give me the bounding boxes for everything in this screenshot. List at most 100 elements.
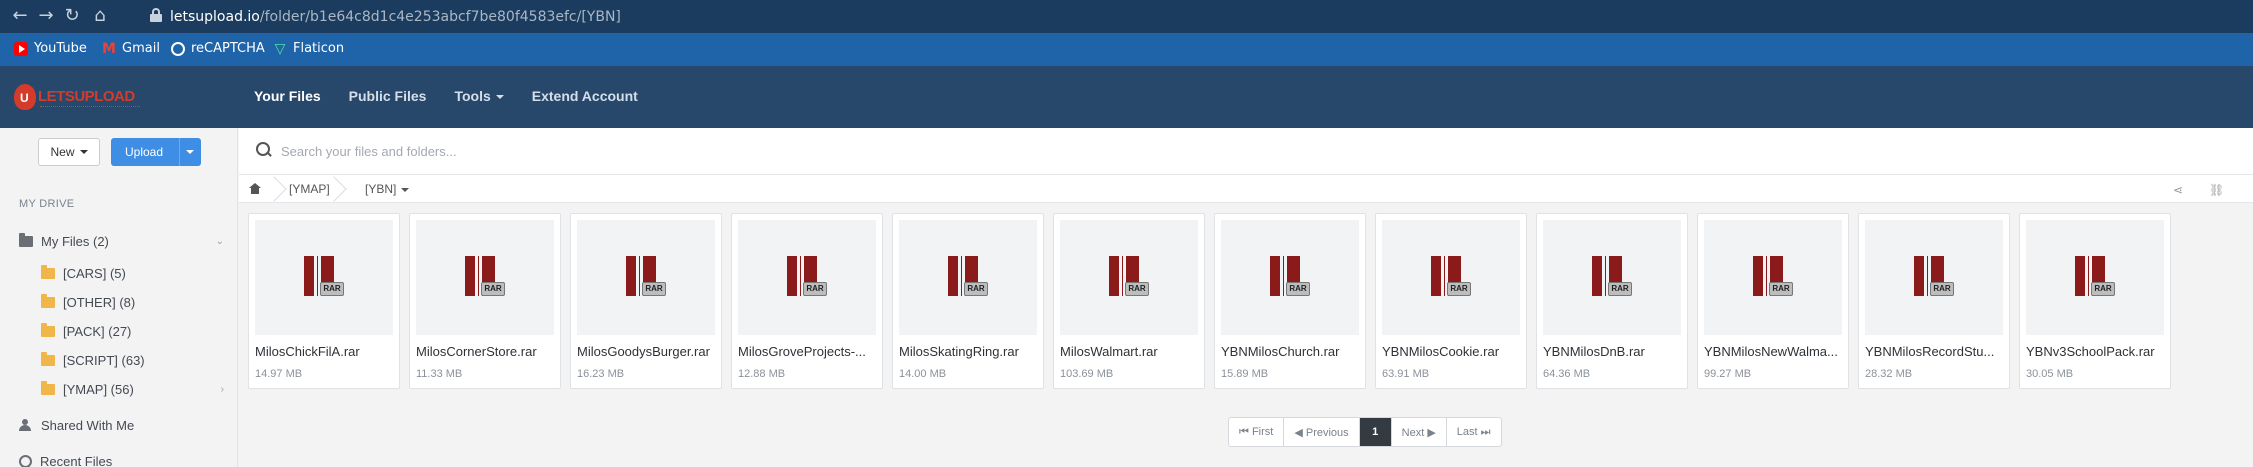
sidebar-item-label: [OTHER] (8) <box>63 294 136 310</box>
file-card[interactable]: RAR MilosChickFilA.rar 14.97 MB <box>248 213 400 389</box>
file-thumbnail[interactable]: RAR <box>738 220 876 335</box>
file-card[interactable]: RAR MilosCornerStore.rar 11.33 MB <box>409 213 561 389</box>
nav-public-files[interactable]: Public Files <box>349 88 427 104</box>
rar-archive-icon: RAR <box>948 256 988 300</box>
last-page-button[interactable]: Last ⏭ <box>1447 418 1501 446</box>
arrow-left-icon[interactable]: ← <box>10 6 30 26</box>
file-name[interactable]: MilosCornerStore.rar <box>416 344 556 359</box>
sidebar-folder-script[interactable]: [SCRIPT] (63) <box>0 349 238 371</box>
sidebar-item-shared[interactable]: Shared With Me <box>0 414 238 436</box>
file-thumbnail[interactable]: RAR <box>416 220 554 335</box>
upload-dropdown-icon[interactable] <box>186 150 194 154</box>
file-card[interactable]: RAR MilosSkatingRing.rar 14.00 MB <box>892 213 1044 389</box>
file-name[interactable]: MilosGroveProjects-... <box>738 344 878 359</box>
recaptcha-icon <box>171 41 185 56</box>
nav-extend-account[interactable]: Extend Account <box>532 88 638 104</box>
rar-archive-icon: RAR <box>1270 256 1310 300</box>
sidebar-item-label: Shared With Me <box>41 417 135 433</box>
file-card[interactable]: RAR MilosWalmart.rar 103.69 MB <box>1053 213 1205 389</box>
file-thumbnail[interactable]: RAR <box>2026 220 2164 335</box>
bookmark-youtube[interactable]: YouTube <box>14 41 87 56</box>
sidebar-item-label: [SCRIPT] (63) <box>63 352 145 368</box>
arrow-right-icon[interactable]: → <box>36 6 56 26</box>
first-page-button[interactable]: ⏮ First <box>1229 418 1285 446</box>
file-card[interactable]: RAR YBNMilosNewWalma... 99.27 MB <box>1697 213 1849 389</box>
file-size: 64.36 MB <box>1543 368 1591 380</box>
link-icon[interactable]: ⛓ <box>2209 183 2224 197</box>
home-icon[interactable] <box>249 183 261 194</box>
folder-icon <box>41 351 55 366</box>
reload-icon[interactable]: ↻ <box>62 6 82 26</box>
sidebar-item-my-files[interactable]: My Files (2) ⌄ <box>0 230 238 252</box>
nav-tools[interactable]: Tools <box>454 88 504 104</box>
breadcrumb-item-ybn[interactable]: [YBN] <box>365 182 410 196</box>
file-card[interactable]: RAR MilosGroveProjects-... 12.88 MB <box>731 213 883 389</box>
flame-icon <box>14 84 36 110</box>
sidebar-folder-ymap[interactable]: [YMAP] (56) › <box>0 378 238 400</box>
file-name[interactable]: YBNv3SchoolPack.rar <box>2026 344 2166 359</box>
file-card[interactable]: RAR MilosGoodysBurger.rar 16.23 MB <box>570 213 722 389</box>
previous-page-button[interactable]: ◀ Previous <box>1284 418 1360 446</box>
file-size: 103.69 MB <box>1060 368 1114 380</box>
file-thumbnail[interactable]: RAR <box>899 220 1037 335</box>
gmail-icon: M <box>102 40 116 57</box>
current-page[interactable]: 1 <box>1359 418 1392 446</box>
home-icon[interactable]: ⌂ <box>90 6 110 26</box>
sidebar-folder-other[interactable]: [OTHER] (8) <box>0 291 238 313</box>
url-path: /folder/b1e64c8d1c4e253abcf7be80f4583efc… <box>259 9 621 25</box>
file-name[interactable]: YBNMilosDnB.rar <box>1543 344 1683 359</box>
flaticon-icon: ▽ <box>274 40 286 57</box>
file-thumbnail[interactable]: RAR <box>1221 220 1359 335</box>
file-thumbnail[interactable]: RAR <box>1704 220 1842 335</box>
bookmark-label: reCAPTCHA <box>191 41 265 56</box>
file-card[interactable]: RAR YBNMilosCookie.rar 63.91 MB <box>1375 213 1527 389</box>
file-name[interactable]: YBNMilosChurch.rar <box>1221 344 1361 359</box>
file-thumbnail[interactable]: RAR <box>255 220 393 335</box>
bookmarks-bar: YouTube M Gmail reCAPTCHA ▽ Flaticon <box>0 33 2253 66</box>
rar-archive-icon: RAR <box>626 256 666 300</box>
new-button[interactable]: New <box>38 138 100 166</box>
file-card[interactable]: RAR YBNMilosChurch.rar 15.89 MB <box>1214 213 1366 389</box>
share-icon[interactable]: ⋖ <box>2173 183 2183 197</box>
file-thumbnail[interactable]: RAR <box>1543 220 1681 335</box>
file-size: 15.89 MB <box>1221 368 1269 380</box>
search-input[interactable] <box>281 139 1181 163</box>
app-header: LETSUPLOAD Your Files Public Files Tools… <box>0 66 2253 128</box>
next-page-button[interactable]: Next ▶ <box>1392 418 1447 446</box>
file-thumbnail[interactable]: RAR <box>1865 220 2003 335</box>
file-card[interactable]: RAR YBNMilosRecordStu... 28.32 MB <box>1858 213 2010 389</box>
file-card[interactable]: RAR YBNMilosDnB.rar 64.36 MB <box>1536 213 1688 389</box>
file-thumbnail[interactable]: RAR <box>1382 220 1520 335</box>
file-name[interactable]: MilosSkatingRing.rar <box>899 344 1039 359</box>
file-name[interactable]: MilosChickFilA.rar <box>255 344 395 359</box>
file-thumbnail[interactable]: RAR <box>1060 220 1198 335</box>
upload-button[interactable]: Upload <box>111 138 201 166</box>
lock-icon[interactable] <box>150 8 162 22</box>
address-bar[interactable]: letsupload.io/folder/b1e64c8d1c4e253abcf… <box>170 9 621 25</box>
file-name[interactable]: YBNMilosCookie.rar <box>1382 344 1522 359</box>
bookmark-gmail[interactable]: M Gmail <box>102 41 160 56</box>
file-name[interactable]: YBNMilosRecordStu... <box>1865 344 2005 359</box>
new-button-label: New <box>50 145 75 159</box>
nav-tools-label: Tools <box>454 88 491 104</box>
clock-icon <box>19 454 32 467</box>
chevron-right-icon[interactable]: › <box>221 384 224 395</box>
rar-archive-icon: RAR <box>2075 256 2115 300</box>
nav-your-files[interactable]: Your Files <box>254 88 321 104</box>
site-logo[interactable]: LETSUPLOAD <box>14 80 144 114</box>
file-name[interactable]: MilosGoodysBurger.rar <box>577 344 717 359</box>
bookmark-label: Flaticon <box>293 41 345 56</box>
bookmark-flaticon[interactable]: ▽ Flaticon <box>273 40 345 57</box>
chevron-down-icon[interactable]: ⌄ <box>216 236 224 247</box>
sidebar-item-recent[interactable]: Recent Files <box>0 450 238 467</box>
file-thumbnail[interactable]: RAR <box>577 220 715 335</box>
sidebar-folder-cars[interactable]: [CARS] (5) <box>0 262 238 284</box>
sidebar-folder-pack[interactable]: [PACK] (27) <box>0 320 238 342</box>
file-name[interactable]: YBNMilosNewWalma... <box>1704 344 1844 359</box>
bookmark-recaptcha[interactable]: reCAPTCHA <box>171 41 265 56</box>
file-card[interactable]: RAR YBNv3SchoolPack.rar 30.05 MB <box>2019 213 2171 389</box>
breadcrumb-current-label: [YBN] <box>365 182 397 196</box>
main-nav: Your Files Public Files Tools Extend Acc… <box>254 88 666 104</box>
file-name[interactable]: MilosWalmart.rar <box>1060 344 1200 359</box>
file-size: 11.33 MB <box>416 368 463 380</box>
